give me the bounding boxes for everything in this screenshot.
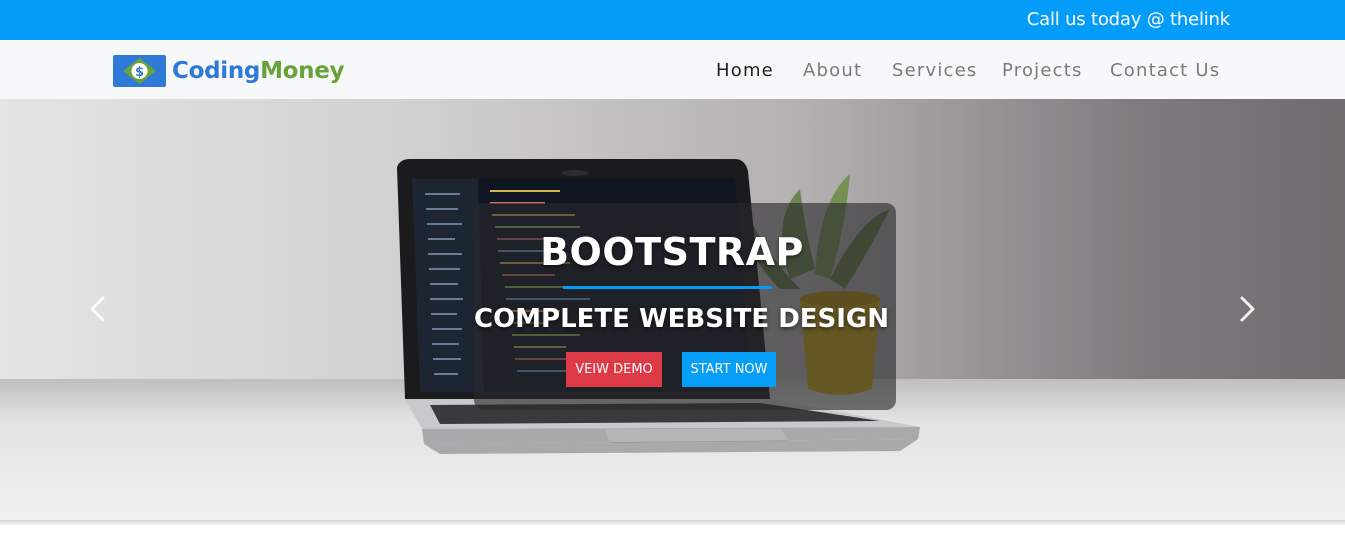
title-underline bbox=[563, 286, 772, 289]
contact-text: Call us today @ thelink bbox=[1026, 9, 1230, 30]
nav-contact[interactable]: Contact Us bbox=[1110, 60, 1220, 81]
navbar: $ CodingMoney Home About Services Projec… bbox=[0, 40, 1345, 99]
nav-services[interactable]: Services bbox=[892, 60, 978, 81]
nav-projects[interactable]: Projects bbox=[1002, 60, 1083, 81]
hero-subtitle: COMPLETE WEBSITE DESIGN bbox=[474, 304, 890, 334]
hero-carousel: BOOTSTRAP COMPLETE WEBSITE DESIGN VEIW D… bbox=[0, 99, 1345, 520]
nav-about[interactable]: About bbox=[803, 60, 862, 81]
view-demo-button[interactable]: VEIW DEMO bbox=[566, 352, 662, 387]
chevron-right-icon[interactable] bbox=[1231, 294, 1261, 324]
top-bar: Call us today @ thelink bbox=[0, 0, 1345, 40]
hero-shadow bbox=[0, 520, 1345, 526]
hero-title: BOOTSTRAP bbox=[540, 230, 804, 274]
start-now-button[interactable]: START NOW bbox=[682, 352, 776, 387]
nav-home[interactable]: Home bbox=[716, 60, 774, 81]
main-nav: Home About Services Projects Contact Us bbox=[0, 60, 1345, 84]
chevron-left-icon[interactable] bbox=[84, 294, 114, 324]
